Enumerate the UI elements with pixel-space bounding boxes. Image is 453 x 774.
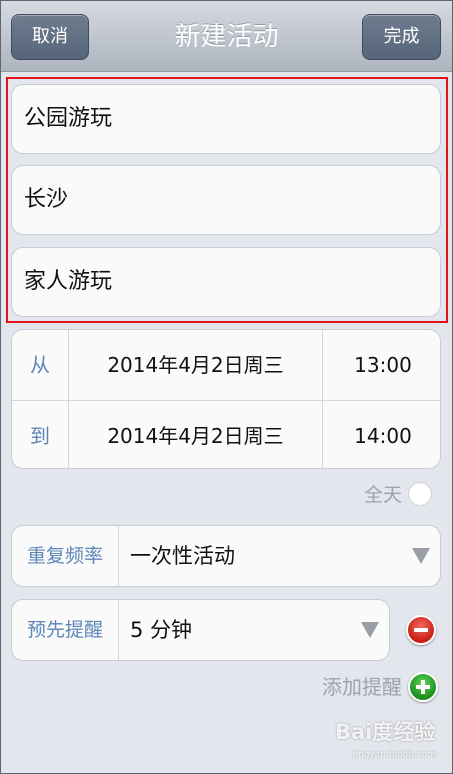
all-day-label: 全天 <box>363 484 402 506</box>
watermark-url: jingyan.baidu.com <box>353 750 437 760</box>
highlight-annotation <box>6 77 448 323</box>
repeat-label: 重复频率 <box>12 526 119 586</box>
reminder-select[interactable]: 预先提醒 5 分钟 <box>11 599 390 661</box>
repeat-select[interactable]: 重复频率 一次性活动 <box>11 525 441 587</box>
reminder-label: 预先提醒 <box>12 600 119 660</box>
cancel-button[interactable]: 取消 <box>11 14 89 60</box>
page-title: 新建活动 <box>174 22 279 52</box>
triangle-down-icon <box>361 622 379 638</box>
end-time-row[interactable]: 到 2014年4月2日周三 14:00 <box>12 400 440 471</box>
watermark: Bai度经验 jingyan.baidu.com <box>335 718 447 766</box>
start-time-row[interactable]: 从 2014年4月2日周三 13:00 <box>12 330 440 400</box>
triangle-down-icon <box>412 548 430 564</box>
all-day-radio[interactable] <box>408 482 432 506</box>
start-date[interactable]: 2014年4月2日周三 <box>69 330 322 400</box>
repeat-value: 一次性活动 <box>130 544 235 568</box>
watermark-logo: Bai度经验 <box>335 720 436 744</box>
add-reminder-icon[interactable] <box>408 672 438 702</box>
start-label: 从 <box>30 353 50 377</box>
navigation-bar: 取消 新建活动 完成 <box>0 0 453 72</box>
end-date[interactable]: 2014年4月2日周三 <box>69 401 322 471</box>
reminder-value: 5 分钟 <box>130 618 193 642</box>
end-time[interactable]: 14:00 <box>324 401 442 471</box>
add-reminder-label[interactable]: 添加提醒 <box>290 672 402 702</box>
done-button[interactable]: 完成 <box>362 14 441 60</box>
end-label: 到 <box>30 424 50 448</box>
start-time[interactable]: 13:00 <box>324 330 442 400</box>
time-range-card: 从 2014年4月2日周三 13:00 到 2014年4月2日周三 14:00 <box>11 329 441 471</box>
remove-reminder-icon[interactable] <box>406 615 436 645</box>
